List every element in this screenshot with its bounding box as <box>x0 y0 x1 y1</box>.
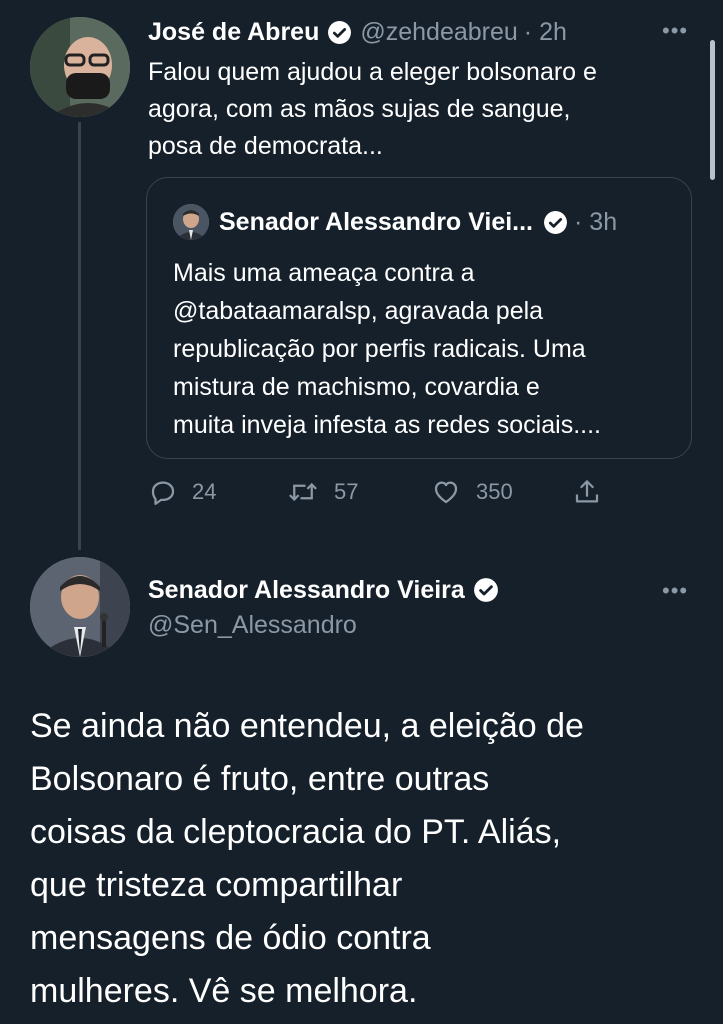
quoted-author-name: Senador Alessandro Viei... <box>219 207 534 236</box>
main-tweet-text: Se ainda não entendeu, a eleição de Bols… <box>30 700 710 1018</box>
reply-tweet-header: José de Abreu @zehdeabreu · 2h <box>148 14 567 50</box>
verified-badge-icon <box>544 210 567 234</box>
text-line: republicação por perfis radicais. Uma <box>173 335 586 363</box>
reply-button[interactable]: 24 <box>148 475 216 509</box>
text-line: mulheres. Vê se melhora. <box>30 972 418 1010</box>
text-line: Mais uma ameaça contra a <box>173 259 475 287</box>
scrollbar-thumb[interactable] <box>710 40 715 180</box>
text-line: @tabataamaralsp, agravada pela <box>173 297 544 325</box>
quoted-author-avatar <box>173 204 209 240</box>
text-line: mistura de machismo, covardia e <box>173 373 540 401</box>
more-options-icon[interactable]: ••• <box>662 580 688 602</box>
quoted-tweet-text: Mais uma ameaça contra a @tabataamaralsp… <box>173 254 683 444</box>
text-line: que tristeza compartilhar <box>30 866 403 904</box>
author-avatar[interactable] <box>30 17 130 117</box>
main-avatar-photo <box>30 557 130 657</box>
avatar-photo <box>30 17 130 117</box>
retweet-count: 57 <box>334 479 359 504</box>
text-line: Falou quem ajudou a eleger bolsonaro e <box>148 58 597 86</box>
author-handle[interactable]: @zehdeabreu <box>360 18 517 47</box>
thread-connector-line <box>78 122 81 550</box>
retweet-icon <box>289 482 317 502</box>
retweet-button[interactable]: 57 <box>286 475 358 509</box>
author-name[interactable]: José de Abreu <box>148 18 319 47</box>
quoted-tweet-time: · 3h <box>574 207 618 236</box>
text-line: coisas da cleptocracia do PT. Aliás, <box>30 813 562 851</box>
share-button[interactable] <box>572 475 616 509</box>
more-options-icon[interactable]: ••• <box>662 20 688 42</box>
text-line: agora, com as mãos sujas de sangue, <box>148 95 571 123</box>
reply-count: 24 <box>192 479 217 504</box>
text-line: Se ainda não entendeu, a eleição de <box>30 707 584 745</box>
reply-tweet-text: Falou quem ajudou a eleger bolsonaro e a… <box>148 54 688 165</box>
main-tweet-header: Senador Alessandro Vieira <box>148 572 499 608</box>
main-author-handle[interactable]: @Sen_Alessandro <box>148 610 357 640</box>
like-count: 350 <box>476 479 513 504</box>
main-author-avatar[interactable] <box>30 557 130 657</box>
share-icon <box>575 480 599 503</box>
quoted-tweet-card[interactable]: Senador Alessandro Viei... · 3h Mais uma… <box>146 177 692 459</box>
tweet-time[interactable]: · 2h <box>524 18 567 47</box>
text-line: posa de democrata... <box>148 132 383 160</box>
verified-badge-icon <box>473 578 498 602</box>
text-line: muita inveja infesta as redes sociais...… <box>173 411 601 439</box>
text-line: mensagens de ódio contra <box>30 919 431 957</box>
quoted-avatar-photo <box>173 204 209 240</box>
like-button[interactable]: 350 <box>430 475 513 509</box>
reply-icon <box>151 481 175 505</box>
main-author-name[interactable]: Senador Alessandro Vieira <box>148 576 465 605</box>
text-line: Bolsonaro é fruto, entre outras <box>30 760 490 798</box>
heart-icon <box>434 481 458 504</box>
quoted-tweet-header: Senador Alessandro Viei... · 3h <box>219 204 617 240</box>
verified-badge-icon <box>328 20 352 44</box>
